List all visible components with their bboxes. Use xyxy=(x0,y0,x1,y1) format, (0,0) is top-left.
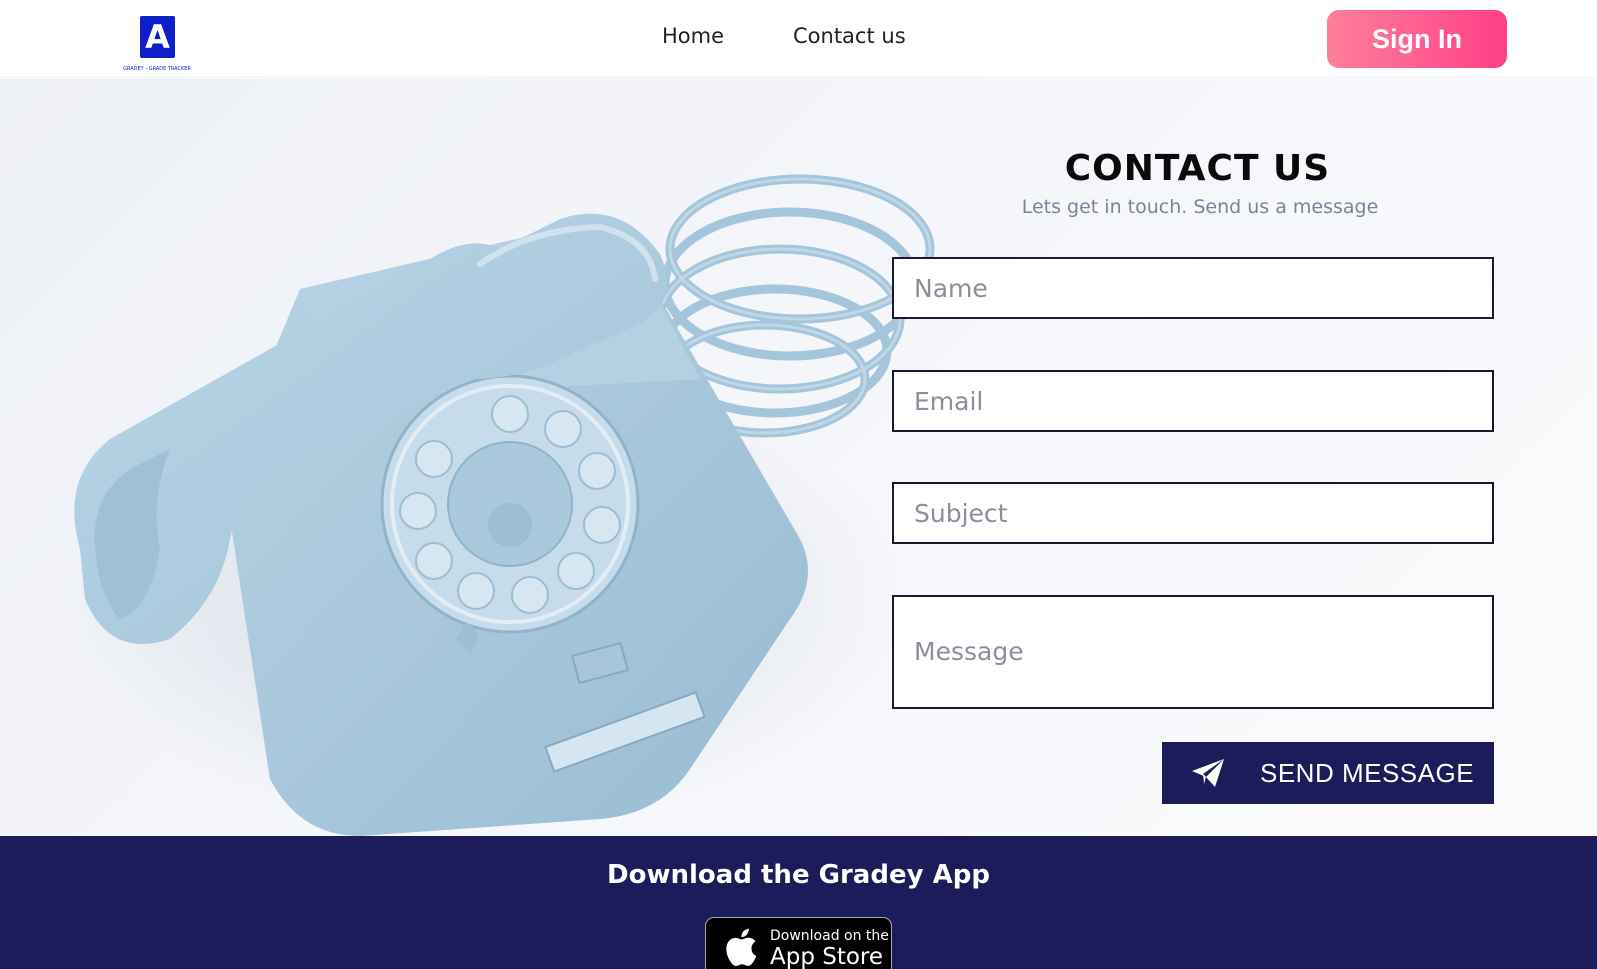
contact-subtitle: Lets get in touch. Send us a message xyxy=(1021,196,1379,218)
send-message-button[interactable]: SEND MESSAGE xyxy=(1162,742,1494,804)
name-input[interactable] xyxy=(892,257,1494,319)
store-big-text: App Store xyxy=(770,944,884,969)
logo-mark: A xyxy=(140,16,175,58)
paper-plane-icon xyxy=(1192,759,1224,787)
subject-input[interactable] xyxy=(892,482,1494,544)
gradey-logo[interactable]: A GRADEY - GRADE TRACKER xyxy=(121,14,193,74)
nav-contact-link[interactable]: Contact us xyxy=(793,24,906,48)
contact-title: CONTACT US xyxy=(1064,148,1331,189)
contact-section: CONTACT US Lets get in touch. Send us a … xyxy=(0,79,1597,836)
site-header: A GRADEY - GRADE TRACKER Home Contact us… xyxy=(0,0,1597,78)
apple-icon xyxy=(726,928,757,966)
message-textarea[interactable] xyxy=(892,595,1494,709)
send-message-label: SEND MESSAGE xyxy=(1260,758,1475,788)
logo-caption: GRADEY - GRADE TRACKER xyxy=(123,66,191,72)
sign-in-button[interactable]: Sign In xyxy=(1327,10,1507,68)
store-small-text: Download on the xyxy=(770,928,889,944)
email-input[interactable] xyxy=(892,370,1494,432)
nav-home-link[interactable]: Home xyxy=(662,24,724,48)
footer-download-title: Download the Gradey App xyxy=(607,860,990,890)
site-footer: Download the Gradey App Download on the … xyxy=(0,836,1597,969)
app-store-badge[interactable]: Download on the App Store xyxy=(705,917,892,969)
rotary-telephone-image xyxy=(50,174,935,836)
